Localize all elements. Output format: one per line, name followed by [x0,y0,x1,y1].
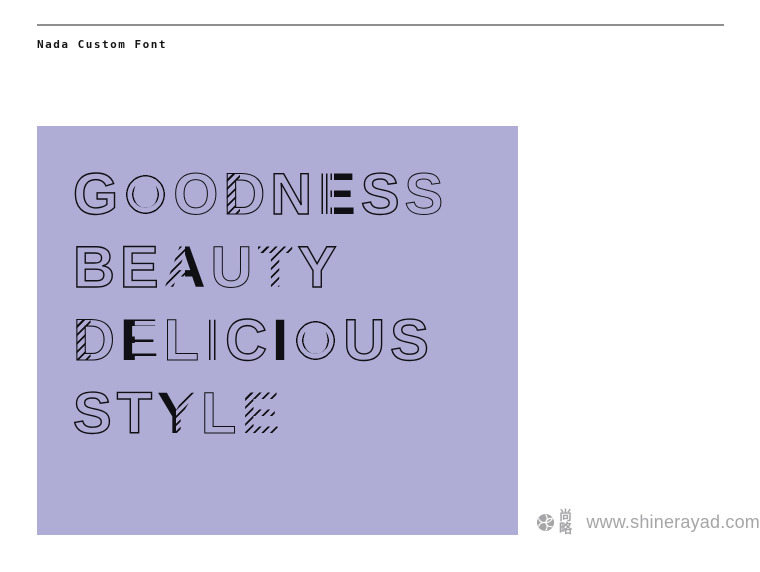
specimen-word: GOODNESS [73,158,518,231]
specimen-word: BEAUTY [73,231,518,304]
specimen-letter: C [225,304,267,377]
specimen-letter: S [405,158,444,231]
specimen-letter: T [257,231,292,304]
specimen-letter: U [343,304,385,377]
specimen-letter: E [120,231,159,304]
specimen-word: DELICIOUS [73,304,518,377]
specimen-letter: I [272,304,288,377]
specimen-letter: I [204,304,220,377]
specimen-letter: L [201,377,236,450]
watermark-site: www.shinerayad.com [586,513,760,531]
specimen-letter: D [223,158,265,231]
specimen-letter: T [117,377,152,450]
specimen-letter: O [173,158,218,231]
specimen-letter: E [120,304,159,377]
shineray-pinwheel-logo-icon [536,513,555,532]
font-specimen-board: GOODNESSBEAUTYDELICIOUSSTYLE [37,126,518,535]
specimen-letter: D [73,304,115,377]
specimen-letter: G [73,158,118,231]
page-title: Nada Custom Font [37,38,167,51]
specimen-letter: N [270,158,312,231]
specimen-letter: O [293,304,338,377]
specimen-letter: A [164,231,206,304]
watermark-brand: 尚略 [559,509,582,535]
specimen-word: STYLE [73,377,518,450]
specimen-letter: S [390,304,429,377]
specimen-letter: Y [298,231,337,304]
specimen-letter: L [164,304,199,377]
specimen-letter: Y [157,377,196,450]
specimen-letter: E [317,158,356,231]
specimen-letter: E [241,377,280,450]
specimen-letter: S [361,158,400,231]
top-rule [37,24,724,26]
specimen-letter: O [123,158,168,231]
watermark: 尚略 www.shinerayad.com [536,510,760,534]
specimen-letter: S [73,377,112,450]
specimen-letter: B [73,231,115,304]
specimen-letter: U [210,231,252,304]
